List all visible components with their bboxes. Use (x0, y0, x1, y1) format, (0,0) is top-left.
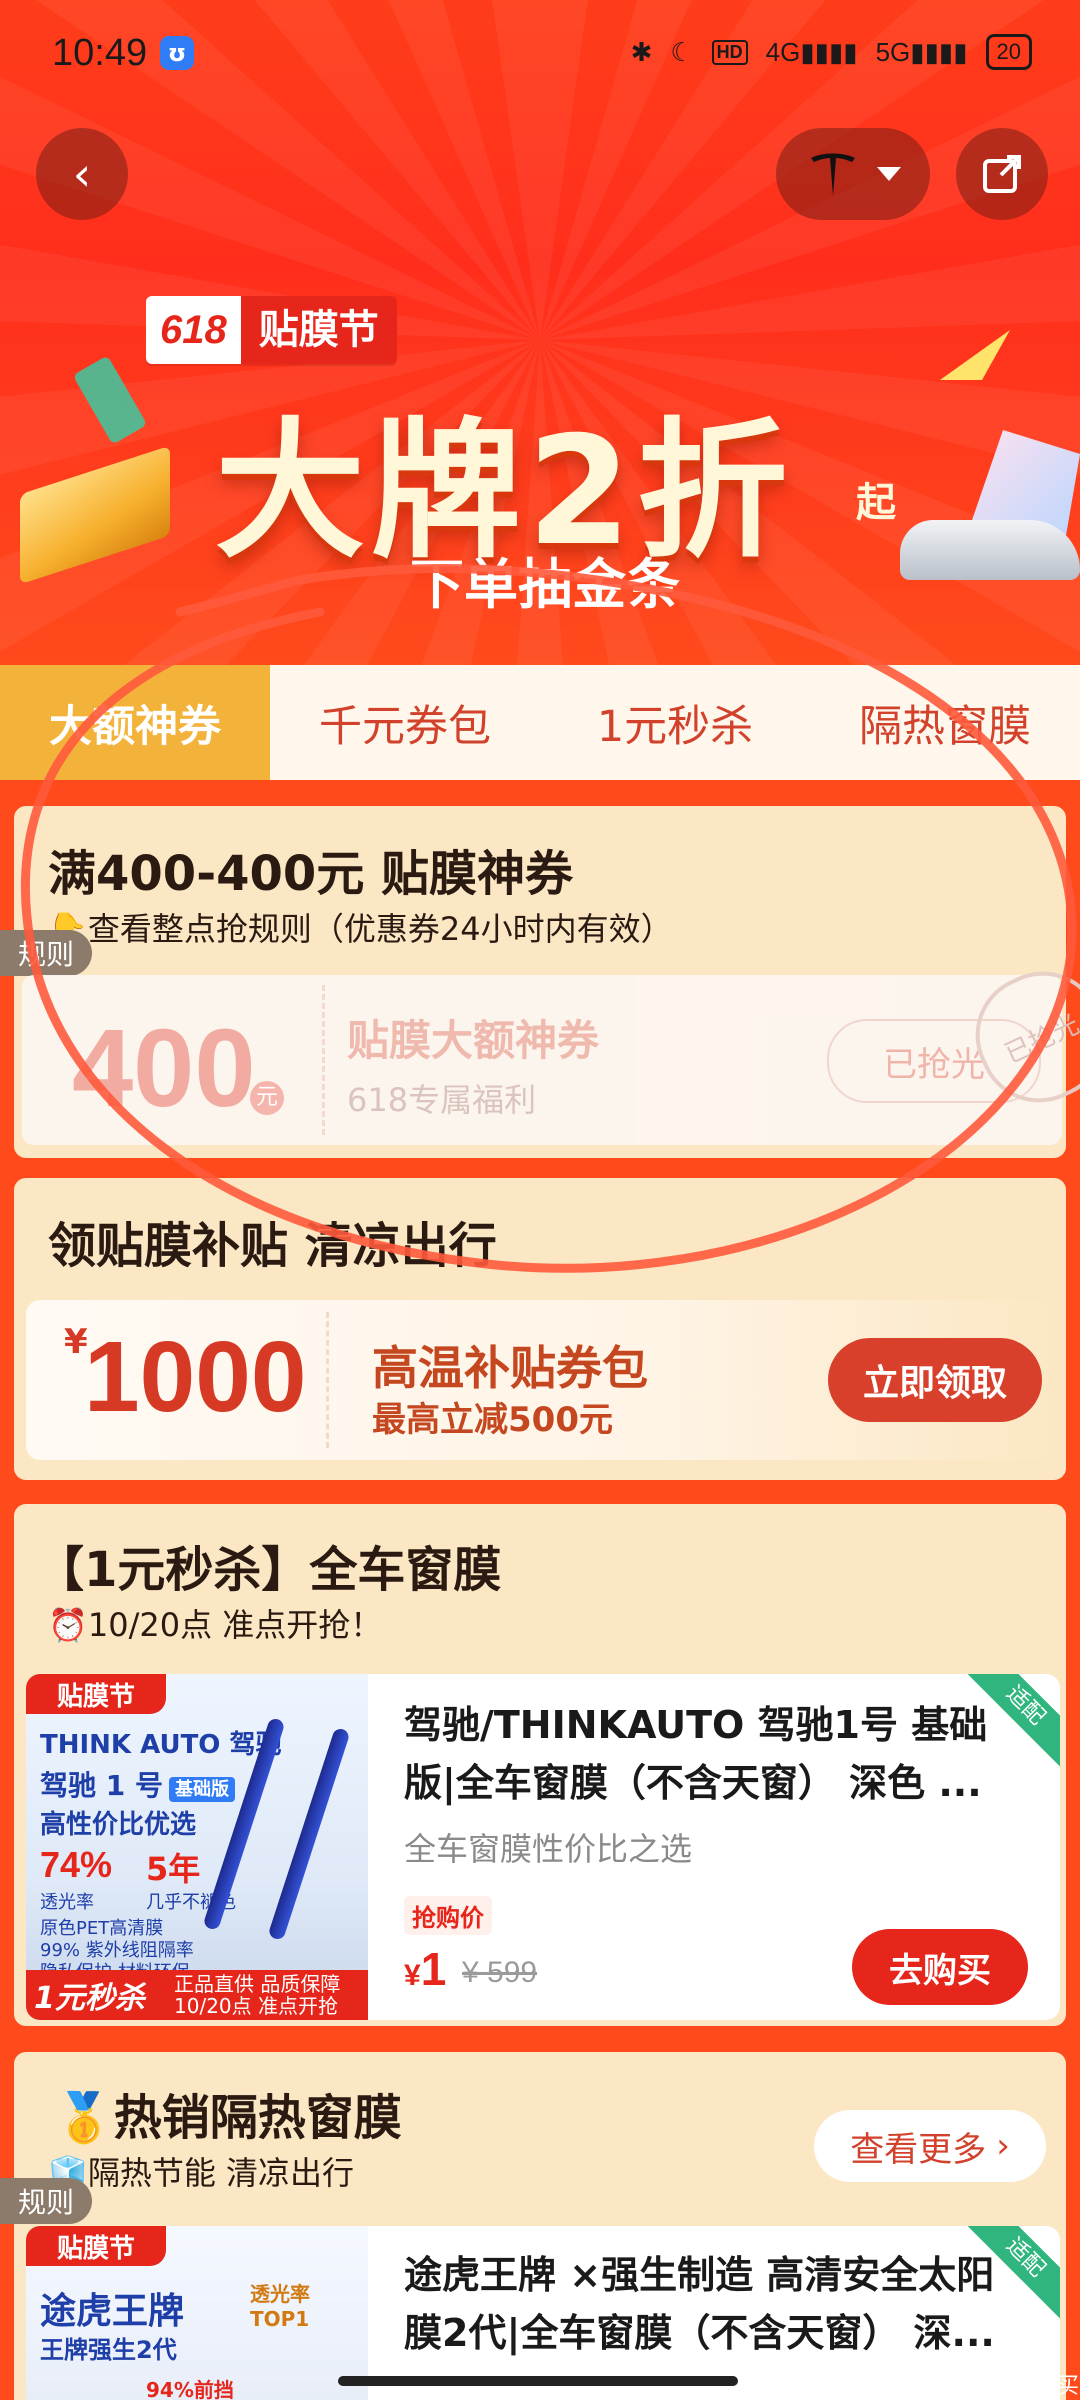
bluetooth-icon: ✱ (630, 36, 653, 67)
hd-icon: HD (711, 39, 748, 65)
price-tag: 抢购价 (404, 1896, 492, 1935)
coupon-1000: ¥ 1000 高温补贴券包 最高立减500元 立即领取 (26, 1300, 1060, 1460)
price-currency: ¥ (404, 1959, 421, 1992)
coupon-amount: 400 (72, 1007, 256, 1130)
hero-banner: 10:49 ʊ ✱ ☾ HD 4G▮▮▮▮ 5G▮▮▮▮ 20 ‹ 618 贴膜… (0, 0, 1080, 665)
buy-button[interactable]: 去购买 (852, 1929, 1028, 2005)
banner-line-1: 正品直供 品质保障 (174, 1972, 341, 1996)
car-brand-selector[interactable] (776, 128, 930, 220)
product-subtitle: 全车窗膜性价比之选 (404, 1830, 693, 1868)
category-tabs: 大额神券 千元券包 1元秒杀 隔热窗膜 (0, 665, 1080, 780)
hero-subline: 下单抽金条 (410, 553, 680, 616)
banner-line-2: 10/20点 准点开抢 (174, 1994, 338, 2018)
app-notification-icon: ʊ (160, 36, 194, 70)
product-image-chip: 基础版 (168, 1777, 235, 1802)
product-flag: 贴膜节 (26, 2226, 166, 2266)
price-value: 1 (420, 1943, 447, 1995)
signal-5g-label: 5G (875, 36, 911, 67)
product-card-thinkauto[interactable]: 贴膜节 THINK AUTO 驾驰 驾驰 1 号基础版 高性价比优选 74% 5… (26, 1674, 1060, 2020)
chevron-right-icon: › (996, 2126, 1010, 2166)
section-subtitle[interactable]: 👇查看整点抢规则（优惠券24小时内有效） (48, 904, 673, 950)
coupon-amount: 1000 (84, 1321, 307, 1433)
coupon-name: 高温补贴券包 (372, 1341, 648, 1395)
hero-headline-suffix: 起 (856, 480, 896, 526)
section-title: 领贴膜补贴 清凉出行 (48, 1218, 497, 1274)
product-image-stat-a: 74% (40, 1844, 113, 1885)
see-more-button[interactable]: 查看更多 › (814, 2110, 1046, 2182)
coupon-name: 贴膜大额神券 (347, 1016, 600, 1065)
product-title[interactable]: 驾驰/THINKAUTO 驾驰1号 基础版|全车窗膜（不含天窗） 深色 ... (404, 1696, 1014, 1812)
original-price: ¥ 599 (462, 1956, 538, 1989)
back-button[interactable]: ‹ (36, 128, 128, 220)
product-image-model: 驾驰 1 号基础版 (40, 1764, 235, 1804)
banner-right: 正品直供 品质保障 10/20点 准点开抢 (174, 1973, 340, 2017)
product-image-stat: 94%前挡 (146, 2378, 234, 2400)
logo-618: 618 (146, 296, 241, 364)
product-image[interactable]: 贴膜节 THINK AUTO 驾驰 驾驰 1 号基础版 高性价比优选 74% 5… (26, 1674, 368, 2020)
product-image-badge: 透光率 TOP1 (250, 2282, 310, 2331)
signal-4g-icon: 4G▮▮▮▮ (765, 36, 858, 67)
car-decoration (900, 520, 1080, 580)
product-image-line: 高性价比优选 (40, 1810, 197, 1840)
product-image-brand: THINK AUTO 驾驰 (40, 1730, 282, 1760)
product-image-stat-b: 5年 (146, 1850, 201, 1888)
share-button[interactable] (956, 128, 1048, 220)
coupon-divider (326, 1312, 329, 1448)
rules-tab[interactable]: 规则 (0, 930, 92, 976)
product-image-banner: 1元秒杀 正品直供 品质保障 10/20点 准点开抢 (26, 1970, 368, 2020)
tesla-logo-icon (811, 153, 855, 196)
share-icon (983, 155, 1021, 193)
product-image-model-name: 驾驰 1 号 (40, 1769, 163, 1802)
product-image-stat-a-label: 透光率 (40, 1892, 94, 1913)
tab-big-coupon[interactable]: 大额神券 (0, 665, 270, 780)
home-indicator[interactable] (338, 2376, 738, 2386)
promo-page: 10:49 ʊ ✱ ☾ HD 4G▮▮▮▮ 5G▮▮▮▮ 20 ‹ 618 贴膜… (0, 0, 1080, 2400)
product-image[interactable]: 贴膜节 途虎王牌 王牌强生2代 透光率 TOP1 94%前挡 (26, 2226, 368, 2400)
see-more-label: 查看更多 (850, 2129, 987, 2170)
logo-festival-name: 贴膜节 (240, 296, 397, 364)
tab-heat-film[interactable]: 隔热窗膜 (810, 665, 1080, 780)
coupon-divider (322, 985, 325, 1135)
section-subtitle: ⏰10/20点 准点开抢！ (48, 1606, 383, 1644)
product-price: ¥1 (404, 1942, 446, 1996)
signal-5g-icon: 5G▮▮▮▮ (875, 36, 968, 67)
section-subtitle: 🧊隔热节能 清凉出行 (48, 2154, 355, 2192)
product-image-model: 王牌强生2代 (40, 2336, 177, 2364)
tab-flash-sale[interactable]: 1元秒杀 (540, 665, 810, 780)
banner-flash-sale: 1元秒杀 (34, 1981, 145, 2016)
product-card-tuhu[interactable]: 贴膜节 途虎王牌 王牌强生2代 透光率 TOP1 94%前挡 途虎王牌 ×强生制… (26, 2226, 1060, 2400)
product-title[interactable]: 途虎王牌 ×强生制造 高清安全太阳膜2代|全车窗膜（不含天窗） 深... (404, 2246, 1014, 2362)
watermark: 值 什么值得买 (940, 2374, 1079, 2399)
section-title: 满400-400元 贴膜神券 (48, 846, 574, 902)
chevron-left-icon: ‹ (72, 147, 92, 201)
coupon-unit: 元 (250, 1081, 284, 1115)
status-bar: 10:49 ʊ ✱ ☾ HD 4G▮▮▮▮ 5G▮▮▮▮ 20 (0, 0, 1080, 110)
status-icons: ✱ ☾ HD 4G▮▮▮▮ 5G▮▮▮▮ 20 (631, 34, 1032, 70)
claim-button[interactable]: 立即领取 (828, 1338, 1042, 1422)
coupon-desc: 最高立减500元 (372, 1400, 613, 1440)
moon-icon: ☾ (670, 36, 694, 67)
rules-tab[interactable]: 规则 (0, 2178, 92, 2224)
tab-coupon-pack[interactable]: 千元券包 (270, 665, 540, 780)
section-title: 【1元秒杀】全车窗膜 (36, 1542, 502, 1598)
battery-icon: 20 (985, 34, 1032, 70)
product-image-brand: 途虎王牌 (40, 2291, 185, 2332)
product-flag: 贴膜节 (26, 1674, 166, 1714)
coupon-desc: 618专属福利 (347, 1081, 537, 1119)
caret-down-icon (877, 167, 901, 181)
signal-4g-label: 4G (765, 36, 801, 67)
festival-logo: 618 贴膜节 (146, 296, 397, 364)
coupon-400: 400 元 贴膜大额神券 618专属福利 已抢光 已抢光 (22, 951, 1080, 1145)
section-title: 🥇热销隔热窗膜 (54, 2090, 402, 2146)
status-time: 10:49 (52, 32, 148, 74)
